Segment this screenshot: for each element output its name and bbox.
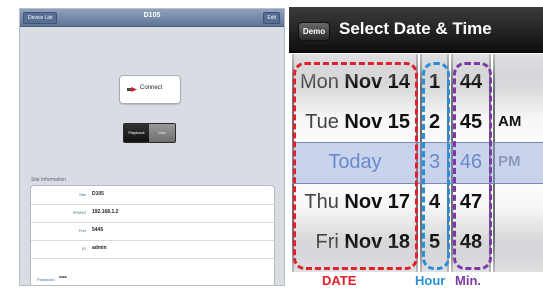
row-value: 5445 [92, 227, 104, 233]
info-row-site[interactable]: Site D105 [31, 186, 274, 205]
edit-button[interactable]: Edit [263, 12, 280, 24]
row-value: **** [59, 276, 67, 282]
row-value: 192.168.1.2 [92, 209, 119, 215]
nav-bar: Device List D105 Edit [20, 9, 284, 27]
demo-back-button[interactable]: Demo [298, 22, 330, 41]
device-settings-screen: Device List D105 Edit Connect Playback L… [19, 8, 285, 286]
hour-annotation-frame [422, 62, 450, 270]
info-row-port[interactable]: Port 5445 [31, 222, 274, 241]
row-value: admin [92, 245, 107, 251]
info-row-password[interactable]: Password **** [31, 274, 274, 285]
date-time-picker-screen: Demo Select Date & Time Mon Nov 14 Tue N… [289, 7, 543, 294]
info-row-ip[interactable]: IP/DNS 192.168.1.2 [31, 204, 274, 223]
row-key: IP/DNS [72, 210, 86, 215]
row-key: ID [82, 246, 86, 251]
connect-label: Connect [140, 85, 163, 91]
info-row-id[interactable]: ID admin [31, 240, 274, 259]
row-key: Site [79, 192, 86, 197]
minute-annotation-frame [453, 62, 492, 270]
segment-live[interactable]: Live [149, 124, 175, 142]
date-annotation-frame [293, 62, 418, 270]
nav-bar: Demo Select Date & Time [289, 7, 543, 53]
date-annotation-label: DATE [322, 273, 357, 288]
plug-icon [127, 87, 137, 92]
mode-segmented-control: Playback Live [123, 123, 176, 143]
row-key: Port [78, 228, 86, 233]
row-value: D105 [92, 191, 104, 197]
date-time-picker: Mon Nov 14 Tue Nov 15 Today Thu Nov 17 F… [292, 54, 543, 272]
nav-title: D105 [143, 12, 161, 19]
section-title: Site Information [31, 177, 67, 183]
row-key: Password [37, 277, 55, 282]
hour-annotation-label: Hour [415, 273, 446, 288]
ampm-option: AM [498, 113, 522, 130]
minute-annotation-label: Min. [455, 273, 481, 288]
connect-button[interactable]: Connect [119, 75, 181, 104]
segment-playback[interactable]: Playback [124, 124, 149, 142]
nav-title: Select Date & Time [339, 19, 492, 38]
site-info-list: Site D105 IP/DNS 192.168.1.2 Port 5445 I… [30, 185, 275, 285]
